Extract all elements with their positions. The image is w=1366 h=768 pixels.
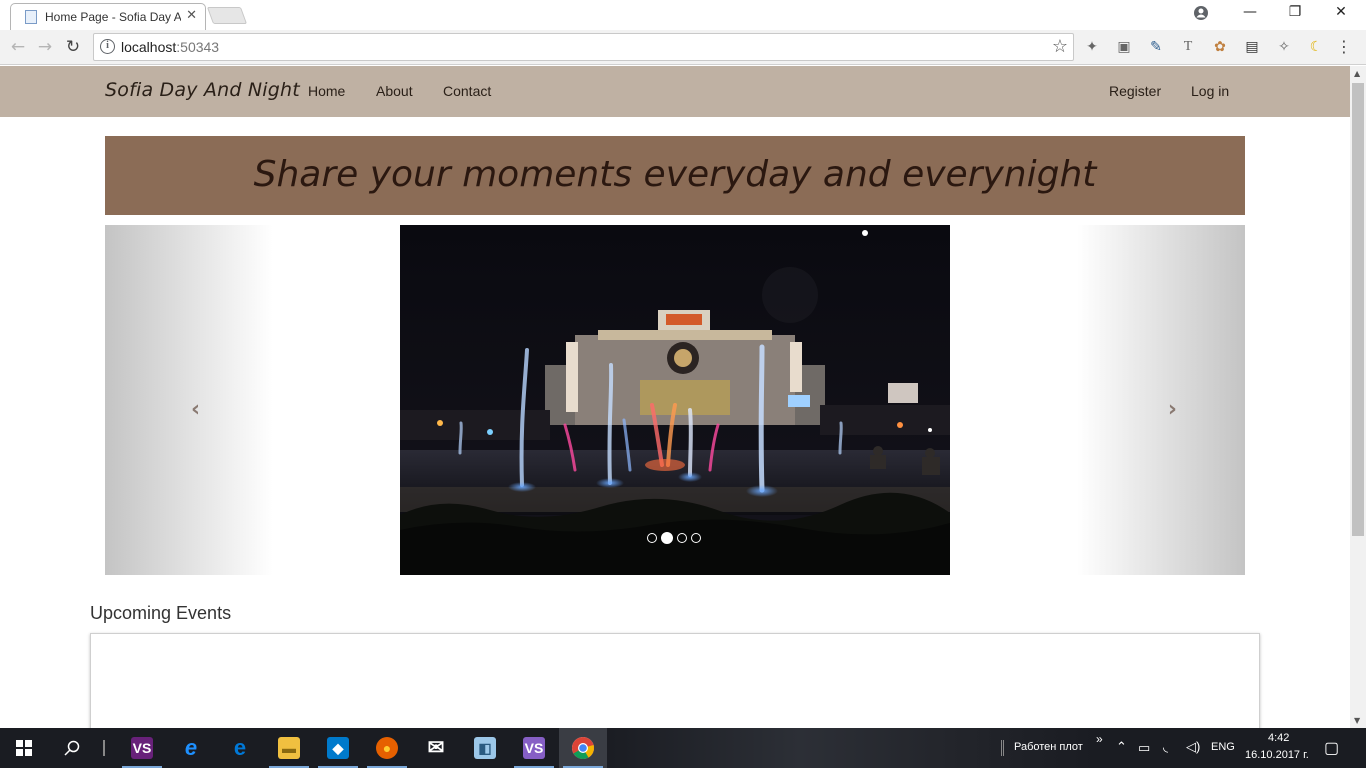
clock-time[interactable]: 4:42	[1268, 732, 1289, 744]
profile-icon[interactable]	[1191, 5, 1211, 25]
banner-text: Share your moments everyday and everynig…	[253, 154, 1097, 195]
edge-icon: e	[233, 735, 247, 760]
visual-studio-icon: VS	[131, 737, 153, 759]
url-port: :50343	[176, 39, 220, 55]
task-view-divider	[103, 740, 105, 756]
chevron-left-icon[interactable]: ‹	[191, 397, 200, 422]
site-navbar: Sofia Day And Night Home About Contact R…	[0, 66, 1350, 117]
hero-banner: Share your moments everyday and everynig…	[105, 136, 1245, 215]
chrome-icon	[572, 737, 594, 759]
extension-eyedropper-icon[interactable]: ✎	[1147, 38, 1165, 56]
carousel-slide-image	[400, 225, 950, 575]
vscode-icon: ◆	[327, 737, 349, 759]
back-icon[interactable]: ←	[8, 37, 28, 57]
bookmark-star-icon[interactable]: ☆	[1052, 36, 1068, 57]
browser-tab[interactable]: Home Page - Sofia Day A ✕	[10, 3, 206, 30]
new-tab-button[interactable]	[206, 7, 248, 24]
url-text: localhost:50343	[121, 39, 219, 55]
image-carousel: ‹ ›	[105, 225, 1245, 575]
tab-close-icon[interactable]: ✕	[186, 8, 197, 23]
nav-home-link[interactable]: Home	[308, 83, 345, 99]
windows-taskbar: VS e e ▬ ◆ ● ✉ ◧ VS Работен плот » ⌃ ▭ ◟…	[0, 728, 1366, 768]
toolbar-divider	[1001, 740, 1004, 756]
tab-title: Home Page - Sofia Day A	[45, 10, 181, 24]
action-center-icon[interactable]: ▢	[1324, 738, 1339, 758]
carousel-indicator-4[interactable]	[691, 532, 701, 543]
visual-studio-2-icon: VS	[523, 737, 545, 759]
clock-date[interactable]: 16.10.2017 г.	[1245, 749, 1309, 761]
extension-moon-icon[interactable]: ☾	[1307, 38, 1325, 56]
url-host: localhost	[121, 39, 177, 55]
chrome-menu-icon[interactable]: ⋮	[1336, 37, 1352, 56]
page-scrollbar[interactable]: ▲ ▼	[1350, 66, 1366, 728]
browser-toolbar: ← → ↻ i localhost:50343 ☆ ✦ ▣ ✎ T ✿ ▤ ✧ …	[0, 30, 1366, 65]
volume-icon[interactable]: ◁)	[1186, 739, 1200, 755]
internet-explorer-icon: e	[184, 735, 198, 760]
network-icon[interactable]: ◟	[1163, 739, 1168, 755]
close-window-button[interactable]: ✕	[1331, 4, 1351, 20]
register-link[interactable]: Register	[1109, 83, 1161, 99]
scroll-down-arrow-icon[interactable]: ▼	[1354, 716, 1360, 725]
page-viewport: Sofia Day And Night Home About Contact R…	[0, 66, 1350, 728]
taskbar-app-mail[interactable]: ✉	[412, 728, 460, 768]
carousel-indicator-3[interactable]	[677, 532, 687, 543]
upcoming-events-panel	[90, 633, 1260, 728]
taskbar-app-chrome[interactable]	[559, 728, 607, 768]
restore-button[interactable]: ❐	[1285, 4, 1305, 20]
minimize-button[interactable]: —	[1240, 4, 1260, 20]
site-brand[interactable]: Sofia Day And Night	[105, 79, 300, 101]
page-favicon-icon	[25, 10, 37, 24]
app-icon: ◧	[474, 737, 496, 759]
extension-camera-icon[interactable]: ▣	[1115, 38, 1133, 56]
carousel-prev-area[interactable]: ‹	[105, 225, 273, 575]
extension-text-icon[interactable]: T	[1179, 38, 1197, 56]
browser-tab-strip: Home Page - Sofia Day A ✕ — ❐ ✕	[0, 0, 1366, 30]
chevron-right-icon[interactable]: ›	[1168, 397, 1177, 422]
address-bar[interactable]: i localhost:50343 ☆	[93, 33, 1074, 61]
firefox-icon: ●	[376, 737, 398, 759]
extension-film-icon[interactable]: ▤	[1243, 38, 1261, 56]
login-link[interactable]: Log in	[1191, 83, 1229, 99]
nav-contact-link[interactable]: Contact	[443, 83, 491, 99]
carousel-next-area[interactable]: ›	[1077, 225, 1245, 575]
taskbar-app-internet-explorer[interactable]: e	[167, 728, 215, 768]
carousel-indicator-1[interactable]	[647, 532, 657, 543]
start-button[interactable]	[0, 728, 48, 768]
upcoming-events-heading: Upcoming Events	[90, 603, 232, 623]
carousel-indicator-2[interactable]	[661, 531, 673, 544]
desktop-toolbar-label[interactable]: Работен плот	[1014, 741, 1083, 753]
taskbar-app-firefox[interactable]: ●	[363, 728, 411, 768]
taskbar-app-visual-studio[interactable]: VS	[118, 728, 166, 768]
taskbar-app-visual-studio-2[interactable]: VS	[510, 728, 558, 768]
extension-puzzle-icon[interactable]: ✦	[1083, 38, 1101, 56]
search-button[interactable]	[48, 728, 96, 768]
site-info-icon[interactable]: i	[100, 39, 115, 54]
battery-icon[interactable]: ▭	[1138, 740, 1150, 756]
reload-icon[interactable]: ↻	[63, 37, 83, 57]
scrollbar-thumb[interactable]	[1352, 83, 1364, 536]
taskbar-app-file-explorer[interactable]: ▬	[265, 728, 313, 768]
file-explorer-icon: ▬	[278, 737, 300, 759]
toolbar-overflow-icon[interactable]: »	[1096, 732, 1103, 746]
scroll-up-arrow-icon[interactable]: ▲	[1354, 69, 1360, 78]
language-indicator[interactable]: ENG	[1211, 741, 1235, 753]
tray-expand-icon[interactable]: ⌃	[1116, 739, 1127, 755]
taskbar-app-tool[interactable]: ◧	[461, 728, 509, 768]
nav-about-link[interactable]: About	[376, 83, 413, 99]
taskbar-app-edge[interactable]: e	[216, 728, 264, 768]
forward-icon[interactable]: →	[35, 37, 55, 57]
carousel-indicators	[645, 527, 703, 544]
extension-palette-icon[interactable]: ✿	[1211, 38, 1229, 56]
taskbar-app-vscode[interactable]: ◆	[314, 728, 362, 768]
extension-shield-icon[interactable]: ✧	[1275, 38, 1293, 56]
mail-icon: ✉	[427, 737, 445, 759]
